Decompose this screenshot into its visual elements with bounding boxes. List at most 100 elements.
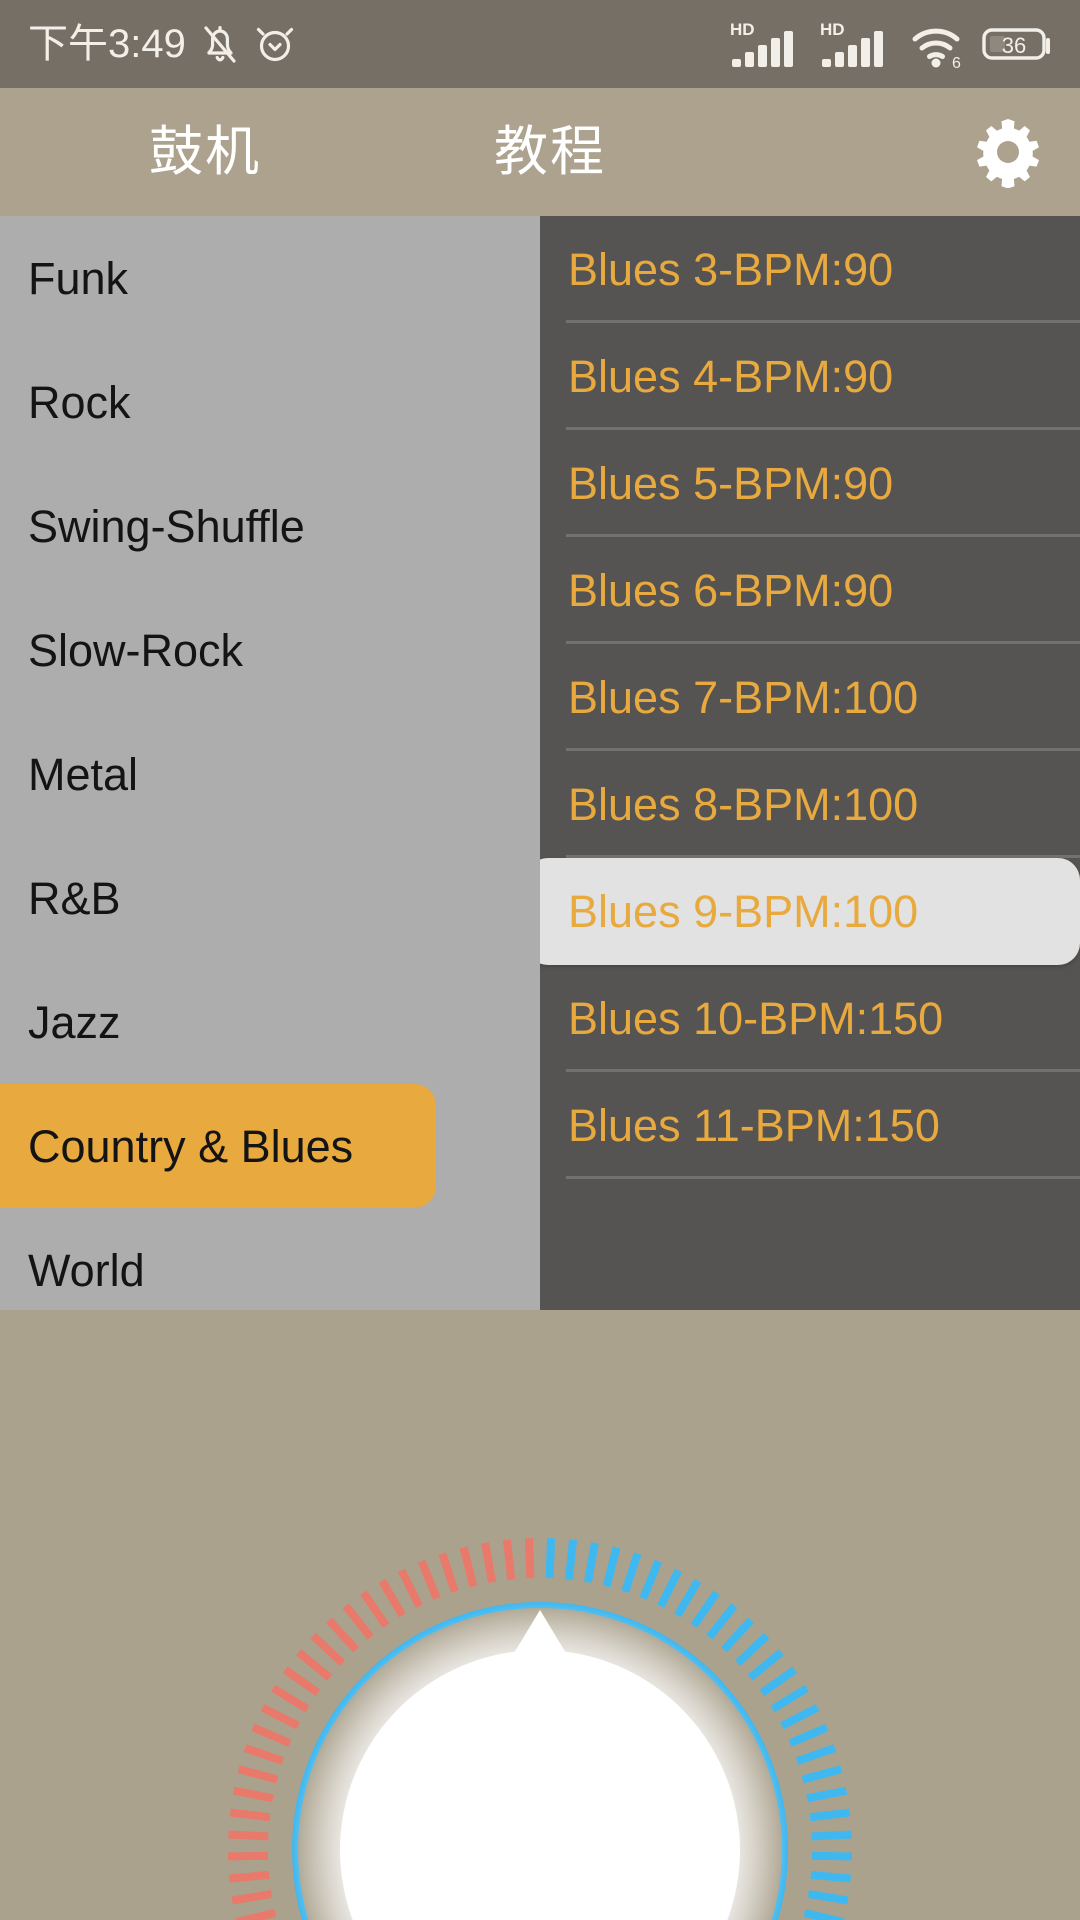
dial-tick [326,1617,359,1653]
dial-tick [342,1603,374,1640]
dial-tick [770,1684,809,1713]
dial-tick [564,1539,578,1580]
status-bar: 下午3:49 HD HD 6 36 [0,0,1080,88]
dial-tick [674,1578,702,1618]
dial-tick [310,1632,346,1667]
dial-tick [621,1552,642,1593]
dial-tick [524,1538,535,1579]
dial-tick [759,1666,798,1697]
pattern-item-label: Blues 7-BPM:100 [568,672,919,723]
dial-tick [639,1559,663,1600]
dial-tick [583,1542,599,1583]
category-item-label: Country & Blues [28,1120,354,1172]
alarm-clock-icon [256,27,293,62]
category-item-world[interactable]: World [0,1208,540,1310]
battery-icon[interactable]: 36 [982,24,1052,64]
dial-tick [251,1723,292,1747]
dial-tick [438,1552,459,1593]
pattern-list[interactable]: Blues 3-BPM:90 Blues 4-BPM:90 Blues 5-BP… [540,216,1080,1310]
category-item-label: Jazz [28,996,121,1048]
category-item-label: Metal [28,748,139,800]
pattern-item-label: Blues 4-BPM:90 [568,351,894,402]
status-bar-right: HD HD 6 36 [730,19,1052,69]
dial-tick [228,1830,269,1841]
pattern-item-label: Blues 9-BPM:100 [568,886,919,937]
dial-tick [657,1568,683,1609]
category-list[interactable]: Funk Rock Swing-Shuffle Slow-Rock Metal … [0,216,540,1310]
battery-level-text: 36 [1002,33,1026,58]
pattern-item[interactable]: Blues 5-BPM:90 [540,430,1080,537]
dial-tick [227,1851,269,1861]
tab-drum-machine[interactable]: 鼓机 [60,88,350,216]
category-item-label: R&B [28,872,121,924]
dial-tick [417,1559,441,1600]
signal-bars-hd-icon-2: HD [820,20,883,67]
dial-tick [806,1786,848,1803]
dial-tick [232,1786,274,1803]
content-panels: Funk Rock Swing-Shuffle Slow-Rock Metal … [0,216,1080,1310]
dial-tick [795,1744,837,1765]
category-item-metal[interactable]: Metal [0,712,540,836]
settings-button[interactable] [972,116,1044,189]
category-item-label: Rock [28,376,131,428]
tab-tutorial-label: 教程 [494,122,606,182]
tempo-dial[interactable] [0,1310,1080,1920]
dial-tick [788,1723,829,1747]
category-item-rock[interactable]: Rock [0,340,540,464]
dial-tick [231,1890,273,1905]
category-item-slow-rock[interactable]: Slow-Rock [0,588,540,712]
pattern-item[interactable]: Blues 8-BPM:100 [540,751,1080,858]
category-item-swing-shuffle[interactable]: Swing-Shuffle [0,464,540,588]
dial-tick [721,1617,754,1653]
dial-tick [237,1765,279,1784]
category-item-rnb[interactable]: R&B [0,836,540,960]
pattern-item[interactable]: Blues 4-BPM:90 [540,323,1080,430]
category-item-funk[interactable]: Funk [0,216,540,340]
pattern-item[interactable]: Blues 3-BPM:90 [540,216,1080,323]
category-item-label: Slow-Rock [28,624,244,676]
dial-tick [811,1851,853,1861]
category-item-label: World [28,1244,145,1296]
dial-tick [747,1649,784,1681]
dial-tick [545,1538,556,1579]
tab-tutorial[interactable]: 教程 [405,88,695,216]
category-item-jazz[interactable]: Jazz [0,960,540,1084]
dial-tick [801,1765,843,1784]
pattern-item[interactable]: Blues 10-BPM:150 [540,965,1080,1072]
dial-tick [809,1808,851,1822]
pattern-item-label: Blues 5-BPM:90 [568,458,894,509]
dial-tick [803,1908,845,1920]
dial-tick [397,1568,423,1609]
pattern-item[interactable]: Blues 11-BPM:150 [540,1072,1080,1179]
dial-tick [602,1546,621,1588]
dial-tick [228,1870,270,1883]
dial-tick [243,1744,285,1765]
category-item-country-and-blues[interactable]: Country & Blues [0,1084,436,1208]
signal-bars-hd-icon-1: HD [730,20,793,67]
pattern-item-label: Blues 6-BPM:90 [568,565,894,616]
category-item-label: Swing-Shuffle [28,500,305,552]
dial-tick [734,1632,770,1667]
pattern-item-selected[interactable]: Blues 9-BPM:100 [540,858,1080,965]
svg-text:6: 6 [952,55,961,69]
tab-bar: 鼓机 教程 [0,88,1080,299]
dial-tick [502,1539,516,1580]
dial-tick [229,1808,271,1822]
dial-tick [296,1649,333,1681]
pattern-separator [566,1176,1080,1179]
dial-tick [481,1542,497,1583]
status-time: 下午3:49 [28,22,186,66]
dial-tick [690,1590,720,1628]
pattern-item[interactable]: Blues 6-BPM:90 [540,537,1080,644]
dial-tick [360,1590,390,1628]
dial-tick [235,1908,277,1920]
dial-tick [260,1703,300,1730]
app-root: 下午3:49 HD HD 6 36 鼓机 教程 Funk Rock Swing-… [0,0,1080,1920]
pattern-item[interactable]: Blues 7-BPM:100 [540,644,1080,751]
dial-tick [282,1666,321,1697]
pattern-item-label: Blues 11-BPM:150 [568,1100,940,1151]
wifi-icon: 6 [912,28,961,69]
category-item-label: Funk [28,252,129,304]
pattern-item-label: Blues 3-BPM:90 [568,244,894,295]
dial-tick [807,1890,849,1905]
